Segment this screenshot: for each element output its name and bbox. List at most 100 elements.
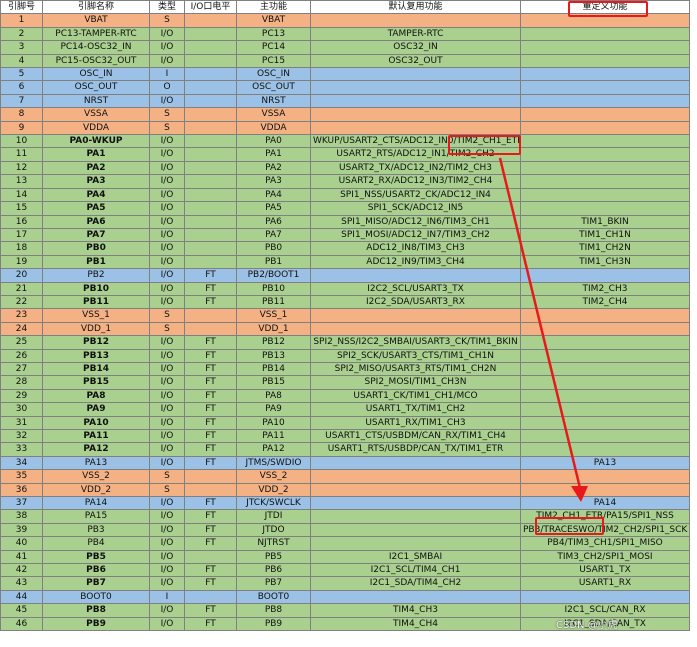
- header-io-level: I/O口电平: [184, 0, 237, 15]
- cell-io-level: FT: [184, 268, 237, 283]
- cell-remap-function: [520, 361, 690, 377]
- cell-main-function: BOOT0: [236, 589, 311, 605]
- cell-io-level: FT: [184, 509, 237, 524]
- cell-pin-name: PB12: [42, 335, 150, 350]
- cell-remap-function: [520, 187, 690, 203]
- cell-default-alt-function: TAMPER-RTC: [310, 26, 521, 42]
- cell-main-function: PA12: [236, 442, 311, 457]
- cell-type: I/O: [149, 616, 185, 632]
- cell-main-function: JTDI: [236, 509, 311, 524]
- cell-pin-number: 26: [0, 348, 43, 363]
- cell-type: I/O: [149, 522, 185, 538]
- cell-type: I/O: [149, 187, 185, 203]
- cell-default-alt-function: [310, 13, 521, 28]
- cell-default-alt-function: WKUP/USART2_CTS/ADC12_IN0/TIM2_CH1_ETR: [310, 134, 521, 149]
- cell-remap-function: [520, 402, 690, 417]
- cell-main-function: VDD_1: [236, 321, 311, 337]
- cell-default-alt-function: TIM4_CH3: [310, 603, 521, 618]
- cell-type: I/O: [149, 496, 185, 511]
- table-row: 27 PB14 I/O FT PB14 SPI2_MISO/USART3_RTS/TIM1…: [0, 361, 690, 377]
- cell-type: S: [149, 308, 185, 323]
- cell-pin-number: 41: [0, 549, 43, 565]
- cell-type: I/O: [149, 174, 185, 189]
- cell-type: I/O: [149, 536, 185, 551]
- cell-main-function: NJTRST: [236, 536, 311, 551]
- cell-pin-number: 25: [0, 335, 43, 350]
- cell-pin-number: 27: [0, 361, 43, 377]
- header-main-function: 主功能: [236, 0, 311, 15]
- table-row: 44 BOOT0 I BOOT0: [0, 589, 690, 605]
- cell-main-function: PA0: [236, 134, 311, 149]
- cell-pin-number: 22: [0, 294, 43, 310]
- cell-main-function: VBAT: [236, 13, 311, 28]
- cell-pin-number: 30: [0, 402, 43, 417]
- cell-default-alt-function: [310, 80, 521, 95]
- cell-type: I: [149, 67, 185, 82]
- cell-type: I/O: [149, 147, 185, 162]
- table-row: 22 PB11 I/O FT PB11 I2C2_SDA/USART3_RX TIM2_CH…: [0, 294, 690, 310]
- cell-default-alt-function: TIM4_CH4: [310, 616, 521, 632]
- cell-remap-function: [520, 107, 690, 122]
- cell-pin-number: 37: [0, 496, 43, 511]
- cell-main-function: OSC_IN: [236, 67, 311, 82]
- cell-default-alt-function: SPI2_NSS/I2C2_SMBAI/USART3_CK/TIM1_BKIN: [310, 335, 521, 350]
- table-row: 25 PB12 I/O FT PB12 SPI2_NSS/I2C2_SMBAI/USART…: [0, 335, 690, 350]
- table-row: 32 PA11 I/O FT PA11 USART1_CTS/USBDM/CAN_RX/T…: [0, 428, 690, 444]
- header-pin-name: 引脚名称: [42, 0, 150, 15]
- cell-remap-function: [520, 134, 690, 149]
- cell-pin-name: PA9: [42, 402, 150, 417]
- cell-pin-number: 38: [0, 509, 43, 524]
- cell-pin-number: 46: [0, 616, 43, 632]
- cell-type: I: [149, 589, 185, 605]
- cell-main-function: PB14: [236, 361, 311, 377]
- cell-type: I/O: [149, 40, 185, 55]
- cell-main-function: JTDO: [236, 522, 311, 538]
- cell-main-function: VSS_1: [236, 308, 311, 323]
- table-header-row: 引脚号 引脚名称 类型 I/O口电平 主功能 默认复用功能 重定义功能: [0, 0, 690, 15]
- table-row: 5 OSC_IN I OSC_IN: [0, 67, 690, 82]
- cell-type: I/O: [149, 294, 185, 310]
- cell-main-function: PC15: [236, 53, 311, 69]
- cell-default-alt-function: [310, 482, 521, 498]
- cell-pin-name: VDDA: [42, 120, 150, 136]
- cell-type: I/O: [149, 348, 185, 363]
- cell-main-function: NRST: [236, 93, 311, 109]
- cell-pin-name: OSC_IN: [42, 67, 150, 82]
- cell-io-level: [184, 187, 237, 203]
- cell-pin-name: PB3: [42, 522, 150, 538]
- cell-pin-name: PB2: [42, 268, 150, 283]
- cell-default-alt-function: USART1_TX/TIM1_CH2: [310, 402, 521, 417]
- cell-io-level: [184, 107, 237, 122]
- cell-type: I/O: [149, 455, 185, 471]
- cell-pin-name: VBAT: [42, 13, 150, 28]
- cell-remap-function: PB4/TIM3_CH1/SPI1_MISO: [520, 536, 690, 551]
- cell-default-alt-function: [310, 455, 521, 471]
- cell-pin-number: 3: [0, 40, 43, 55]
- cell-main-function: PA7: [236, 227, 311, 243]
- table-row: 16 PA6 I/O PA6 SPI1_MISO/ADC12_IN6/TIM3_CH1 T…: [0, 214, 690, 229]
- cell-default-alt-function: SPI1_MOSI/ADC12_IN7/TIM3_CH2: [310, 227, 521, 243]
- cell-main-function: PA11: [236, 428, 311, 444]
- cell-io-level: FT: [184, 415, 237, 431]
- table-row: 14 PA4 I/O PA4 SPI1_NSS/USART2_CK/ADC12_IN4: [0, 187, 690, 203]
- cell-remap-function: TIM3_CH2/SPI1_MOSI: [520, 549, 690, 565]
- cell-pin-number: 32: [0, 428, 43, 444]
- table-row: 18 PB0 I/O PB0 ADC12_IN8/TIM3_CH3 TIM1_CH2N: [0, 241, 690, 256]
- cell-type: S: [149, 469, 185, 484]
- cell-main-function: PA8: [236, 388, 311, 404]
- cell-default-alt-function: OSC32_IN: [310, 40, 521, 55]
- cell-pin-name: PB0: [42, 241, 150, 256]
- cell-pin-number: 4: [0, 53, 43, 69]
- table-row: 33 PA12 I/O FT PA12 USART1_RTS/USBDP/CAN_TX/T…: [0, 442, 690, 457]
- cell-pin-number: 15: [0, 201, 43, 216]
- table-row: 1 VBAT S VBAT: [0, 13, 690, 28]
- cell-io-level: FT: [184, 563, 237, 578]
- cell-pin-number: 1: [0, 13, 43, 28]
- table-row: 24 VDD_1 S VDD_1: [0, 321, 690, 337]
- cell-default-alt-function: SPI1_MISO/ADC12_IN6/TIM3_CH1: [310, 214, 521, 229]
- cell-main-function: VDD_2: [236, 482, 311, 498]
- cell-remap-function: [520, 415, 690, 431]
- table-row: 6 OSC_OUT O OSC_OUT: [0, 80, 690, 95]
- cell-pin-number: 10: [0, 134, 43, 149]
- cell-default-alt-function: I2C2_SDA/USART3_RX: [310, 294, 521, 310]
